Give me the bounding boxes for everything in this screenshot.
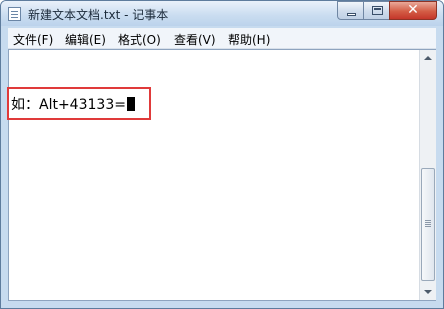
notepad-window: 新建文本文档.txt - 记事本 ✕ 文件(F) 编辑(E) 格式(O) 查看(… xyxy=(0,0,444,309)
maximize-icon xyxy=(372,6,383,15)
editor-text-line[interactable]: 如：Alt+43133= xyxy=(11,94,135,114)
grip-icon xyxy=(425,220,431,221)
scroll-up-arrow-icon[interactable] xyxy=(420,50,436,67)
maximize-button[interactable] xyxy=(363,1,390,20)
window-bottom-border xyxy=(1,301,443,308)
close-icon: ✕ xyxy=(407,2,419,18)
text-cursor xyxy=(126,97,135,111)
scrollbar-thumb[interactable] xyxy=(421,168,435,281)
menu-file[interactable]: 文件(F) xyxy=(13,31,53,48)
title-bar[interactable]: 新建文本文档.txt - 记事本 ✕ xyxy=(1,1,443,26)
minimize-icon xyxy=(347,13,356,16)
window-title: 新建文本文档.txt - 记事本 xyxy=(28,8,169,22)
editor-text: 如：Alt+43133= xyxy=(11,97,126,113)
vertical-scrollbar[interactable] xyxy=(419,50,436,300)
menu-bar: 文件(F) 编辑(E) 格式(O) 查看(V) 帮助(H) xyxy=(8,28,436,49)
notepad-icon[interactable] xyxy=(8,7,21,21)
scroll-down-arrow-icon[interactable] xyxy=(420,283,436,300)
menu-help[interactable]: 帮助(H) xyxy=(228,31,270,48)
menu-format[interactable]: 格式(O) xyxy=(118,31,161,48)
close-button[interactable]: ✕ xyxy=(389,1,437,20)
minimize-button[interactable] xyxy=(337,1,364,20)
menu-edit[interactable]: 编辑(E) xyxy=(65,31,106,48)
menu-view[interactable]: 查看(V) xyxy=(174,31,216,48)
